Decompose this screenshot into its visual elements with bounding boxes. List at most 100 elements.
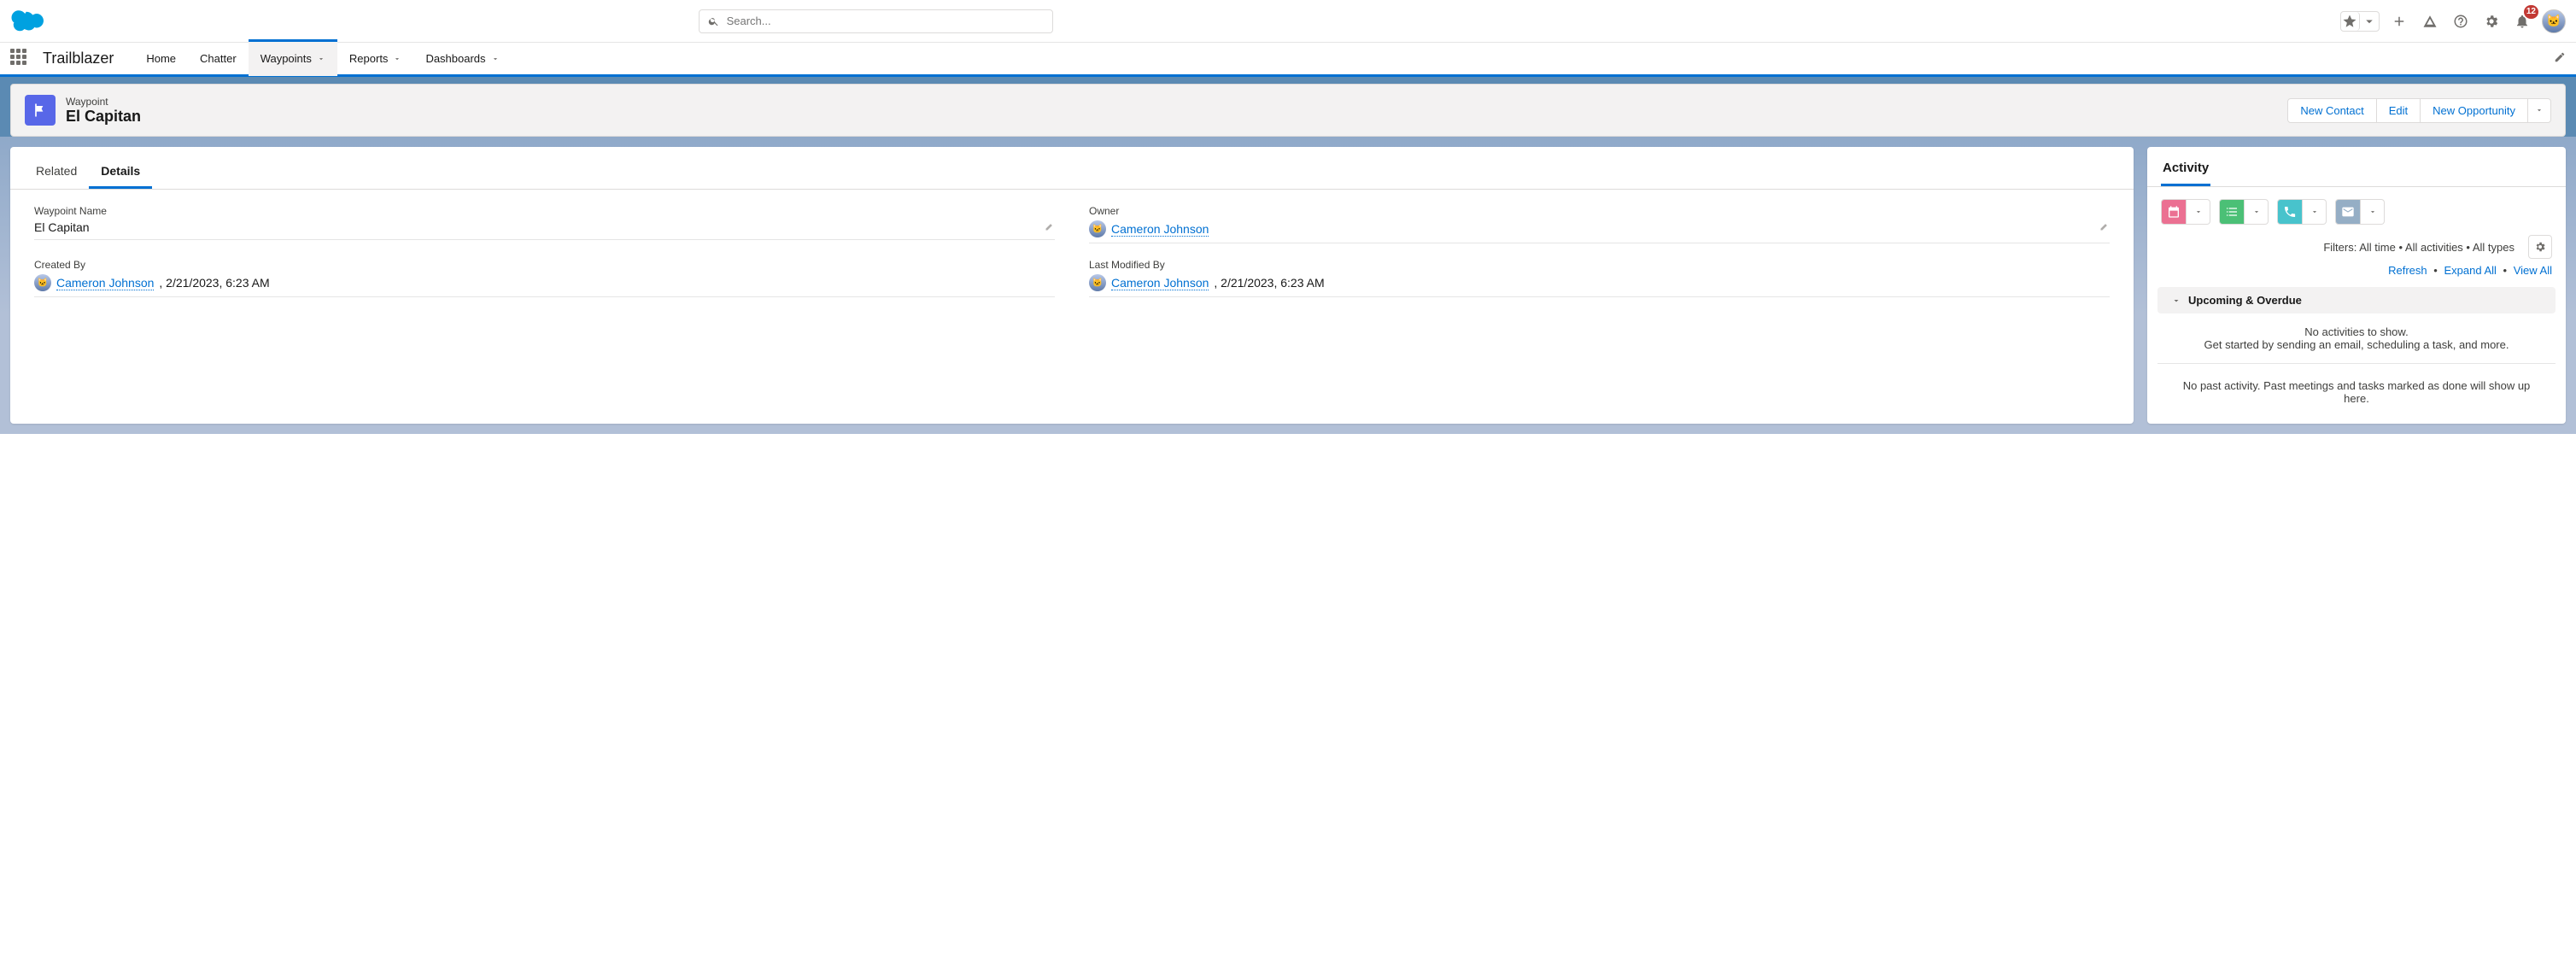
nav-edit-icon[interactable] [2554,51,2566,66]
notifications-icon[interactable]: 12 [2511,10,2533,32]
new-opportunity-button[interactable]: New Opportunity [2421,98,2528,123]
activity-settings-icon[interactable] [2528,235,2552,259]
field-text: El Capitan [34,220,90,234]
setup-gear-icon[interactable] [2480,10,2503,32]
record-home-band: Waypoint El Capitan New Contact Edit New… [0,77,2576,434]
notification-count-badge: 12 [2524,5,2538,19]
search-box[interactable] [699,9,1053,33]
tab-related[interactable]: Related [24,154,89,189]
new-event-menu[interactable] [2187,199,2210,225]
log-call-menu[interactable] [2303,199,2327,225]
header-utilities: 12 🐱 [2340,9,2566,33]
activity-filter-row: Filters: All time • All activities • All… [2147,225,2566,264]
nav-item-label: Home [146,52,176,65]
send-email-menu[interactable] [2361,199,2385,225]
salesforce-logo[interactable] [10,9,49,34]
createdby-timestamp: , 2/21/2023, 6:23 AM [159,276,269,290]
field-created-by: Created By 🐱 Cameron Johnson , 2/21/2023… [34,259,1055,297]
app-launcher-icon[interactable] [10,49,31,69]
upcoming-overdue-header[interactable]: Upcoming & Overdue [2157,287,2556,313]
chevron-down-icon[interactable] [491,55,500,63]
inline-edit-icon[interactable] [1045,220,1055,234]
send-email-icon[interactable] [2335,199,2361,225]
record-body: Related Details Waypoint Name El Capitan… [0,137,2576,434]
chevron-down-icon[interactable] [393,55,401,63]
user-avatar[interactable]: 🐱 [2542,9,2566,33]
search-icon [708,15,719,27]
log-call-group [2277,199,2327,225]
object-meta: Waypoint El Capitan [66,96,141,126]
details-card: Related Details Waypoint Name El Capitan… [10,147,2134,424]
nav-item-label: Dashboards [425,52,485,65]
field-owner: Owner 🐱 Cameron Johnson [1089,205,2110,243]
details-panel: Waypoint Name El Capitan Owner 🐱 Cameron… [10,190,2134,319]
separator: • [2433,264,2438,277]
modifiedby-link[interactable]: Cameron Johnson [1111,276,1209,290]
object-flag-icon [25,95,56,126]
owner-user-chip: 🐱 Cameron Johnson [1089,220,1209,237]
createdby-user-chip: 🐱 Cameron Johnson [34,274,154,291]
chevron-down-icon [2171,296,2181,306]
nav-items: Home Chatter Waypoints Reports Dashboard… [134,42,511,76]
createdby-link[interactable]: Cameron Johnson [56,276,154,290]
new-event-icon[interactable] [2161,199,2187,225]
nav-item-waypoints[interactable]: Waypoints [249,39,337,76]
record-title: El Capitan [66,108,141,126]
modifiedby-user-chip: 🐱 Cameron Johnson [1089,274,1209,291]
upcoming-empty-state: No activities to show. Get started by se… [2157,313,2556,364]
inline-edit-icon[interactable] [2099,220,2110,234]
edit-button[interactable]: Edit [2377,98,2421,123]
nav-item-dashboards[interactable]: Dashboards [413,42,511,76]
field-last-modified-by: Last Modified By 🐱 Cameron Johnson , 2/2… [1089,259,2110,297]
field-label: Owner [1089,205,2110,217]
activity-filter-text: Filters: All time • All activities • All… [2323,241,2515,254]
favorites-menu-icon[interactable] [2360,12,2379,31]
new-task-icon[interactable] [2219,199,2245,225]
help-icon[interactable] [2450,10,2472,32]
field-value: 🐱 Cameron Johnson , 2/21/2023, 6:23 AM [1089,274,2110,297]
record-tabs: Related Details [10,154,2134,190]
nav-item-label: Reports [349,52,389,65]
log-call-icon[interactable] [2277,199,2303,225]
field-label: Waypoint Name [34,205,1055,217]
field-value: 🐱 Cameron Johnson [1089,220,2110,243]
trailhead-icon[interactable] [2419,10,2441,32]
app-name: Trailblazer [43,50,114,67]
field-value: 🐱 Cameron Johnson , 2/21/2023, 6:23 AM [34,274,1055,297]
empty-line: Get started by sending an email, schedul… [2175,338,2538,351]
page-header: Waypoint El Capitan New Contact Edit New… [10,84,2566,137]
object-type-label: Waypoint [66,96,141,108]
send-email-group [2335,199,2385,225]
expand-all-link[interactable]: Expand All [2444,264,2496,277]
favorite-star-icon[interactable] [2341,12,2360,31]
past-activity-empty: No past activity. Past meetings and task… [2157,364,2556,424]
mini-avatar: 🐱 [1089,274,1106,291]
new-task-menu[interactable] [2245,199,2269,225]
nav-item-home[interactable]: Home [134,42,188,76]
chevron-down-icon[interactable] [317,55,325,63]
new-contact-button[interactable]: New Contact [2287,98,2376,123]
view-all-link[interactable]: View All [2514,264,2552,277]
new-task-group [2219,199,2269,225]
tab-activity[interactable]: Activity [2161,155,2210,186]
global-header: 12 🐱 [0,0,2576,43]
mini-avatar: 🐱 [1089,220,1106,237]
nav-item-label: Waypoints [261,52,312,65]
section-title: Upcoming & Overdue [2188,294,2302,307]
field-waypoint-name: Waypoint Name El Capitan [34,205,1055,243]
mini-avatar: 🐱 [34,274,51,291]
nav-item-label: Chatter [200,52,237,65]
new-event-group [2161,199,2210,225]
search-input[interactable] [727,15,1045,27]
refresh-link[interactable]: Refresh [2388,264,2427,277]
global-add-icon[interactable] [2388,10,2410,32]
more-actions-button[interactable] [2528,98,2551,123]
activity-card: Activity [2147,147,2566,424]
global-search [699,9,1053,33]
field-label: Created By [34,259,1055,271]
nav-item-reports[interactable]: Reports [337,42,414,76]
tab-details[interactable]: Details [89,154,152,189]
activity-toolbar [2147,187,2566,225]
nav-item-chatter[interactable]: Chatter [188,42,249,76]
owner-link[interactable]: Cameron Johnson [1111,222,1209,237]
